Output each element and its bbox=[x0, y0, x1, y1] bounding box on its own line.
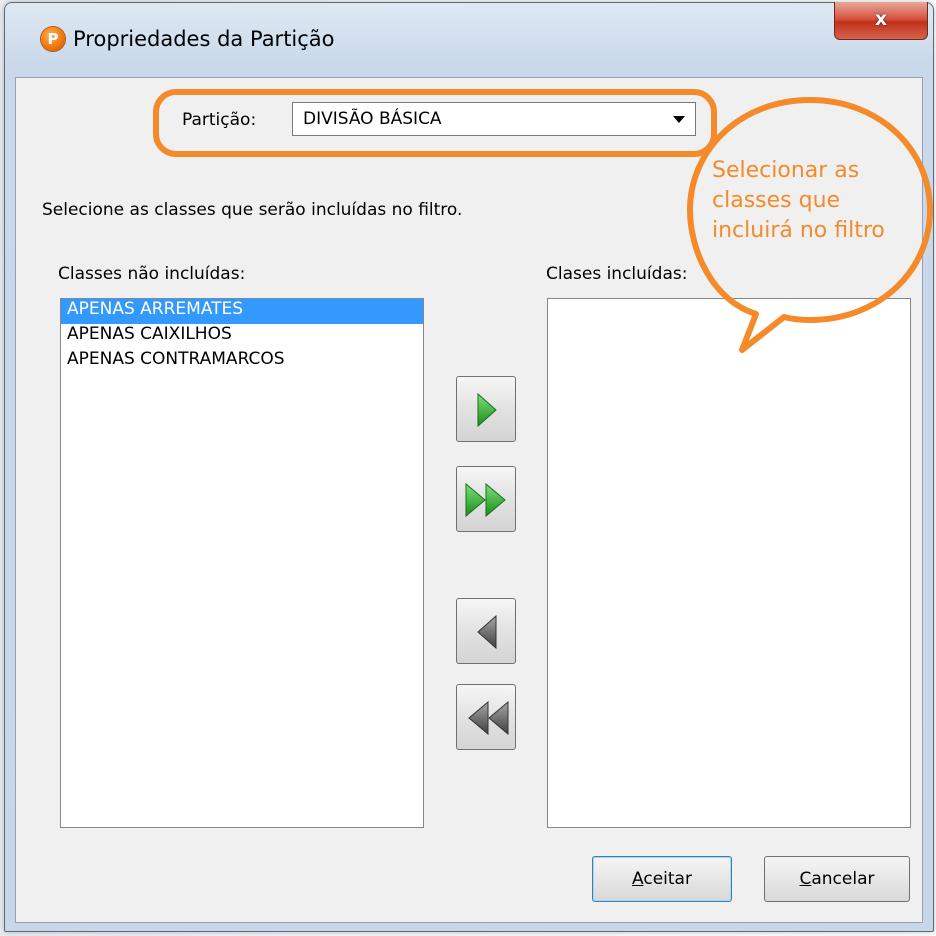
callout-text: Selecionar as classes que incluirá no fi… bbox=[712, 156, 927, 246]
partition-highlight-outline bbox=[153, 89, 717, 157]
annotation-overlay bbox=[153, 89, 933, 353]
callout-line: classes que bbox=[712, 188, 841, 213]
callout-line: Selecionar as bbox=[712, 158, 860, 183]
callout-line: incluirá no filtro bbox=[712, 218, 885, 243]
